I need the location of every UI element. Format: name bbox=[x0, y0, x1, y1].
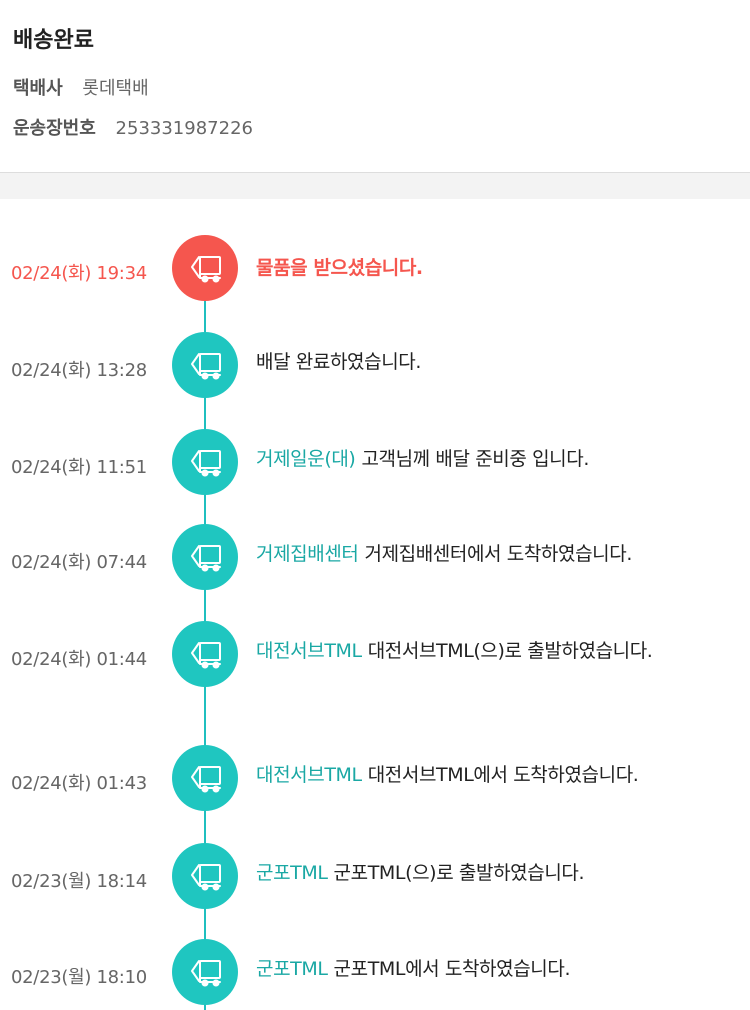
event-location: 거제집배센터 bbox=[256, 543, 359, 565]
carrier-value: 롯데택배 bbox=[82, 78, 149, 99]
event-marker bbox=[172, 235, 238, 301]
event-marker bbox=[172, 429, 238, 495]
delivery-truck-icon bbox=[185, 348, 225, 382]
event-description: 군포TML 군포TML에서 도착하였습니다. bbox=[256, 954, 730, 984]
event-time: 02/23(월) 18:14 bbox=[11, 871, 147, 892]
event-location: 대전서브TML bbox=[256, 640, 362, 662]
event-message: 대전서브TML(으)로 출발하였습니다. bbox=[367, 640, 653, 662]
event-description: 배달 완료하였습니다. bbox=[256, 347, 730, 377]
tracking-timeline: 02/24(화) 19:34 물품을 받으셨습니다. 02/24(화) 13:2… bbox=[0, 199, 750, 1010]
event-marker bbox=[172, 939, 238, 1005]
event-marker bbox=[172, 745, 238, 811]
event-marker bbox=[172, 332, 238, 398]
tracking-row: 운송장번호 253331987226 bbox=[13, 114, 253, 140]
event-location: 군포TML bbox=[256, 958, 328, 980]
event-time: 02/24(화) 13:28 bbox=[11, 360, 147, 381]
event-location: 군포TML bbox=[256, 862, 328, 884]
event-location: 거제일운(대) bbox=[256, 448, 356, 470]
event-time: 02/24(화) 01:43 bbox=[11, 773, 147, 794]
delivery-truck-icon bbox=[185, 540, 225, 574]
delivery-truck-icon bbox=[185, 637, 225, 671]
delivery-truck-icon bbox=[185, 859, 225, 893]
event-message: 군포TML(으)로 출발하였습니다. bbox=[333, 862, 585, 884]
delivery-truck-icon bbox=[185, 955, 225, 989]
event-message: 군포TML에서 도착하였습니다. bbox=[333, 958, 571, 980]
event-description: 거제일운(대) 고객님께 배달 준비중 입니다. bbox=[256, 444, 730, 474]
delivery-truck-icon bbox=[185, 445, 225, 479]
event-time: 02/24(화) 19:34 bbox=[11, 263, 147, 284]
tracking-label: 운송장번호 bbox=[13, 118, 96, 139]
event-description: 물품을 받으셨습니다. bbox=[256, 253, 730, 283]
delivery-status-title: 배송완료 bbox=[13, 28, 94, 53]
event-description: 대전서브TML 대전서브TML(으)로 출발하였습니다. bbox=[256, 636, 730, 666]
event-message: 거제집배센터에서 도착하였습니다. bbox=[364, 543, 632, 565]
event-marker bbox=[172, 843, 238, 909]
carrier-label: 택배사 bbox=[13, 78, 63, 99]
tracking-number: 253331987226 bbox=[115, 118, 253, 139]
event-description: 거제집배센터 거제집배센터에서 도착하였습니다. bbox=[256, 539, 730, 569]
event-time: 02/24(화) 11:51 bbox=[11, 457, 147, 478]
event-message: 물품을 받으셨습니다. bbox=[256, 257, 423, 279]
event-message: 고객님께 배달 준비중 입니다. bbox=[361, 448, 589, 470]
event-time: 02/24(화) 01:44 bbox=[11, 649, 147, 670]
event-description: 대전서브TML 대전서브TML에서 도착하였습니다. bbox=[256, 760, 730, 790]
event-marker bbox=[172, 524, 238, 590]
event-time: 02/23(월) 18:10 bbox=[11, 967, 147, 988]
carrier-row: 택배사 롯데택배 bbox=[13, 74, 149, 100]
event-location: 대전서브TML bbox=[256, 764, 362, 786]
event-time: 02/24(화) 07:44 bbox=[11, 552, 147, 573]
delivery-truck-icon bbox=[185, 251, 225, 285]
event-description: 군포TML 군포TML(으)로 출발하였습니다. bbox=[256, 858, 730, 888]
delivery-header: 배송완료 택배사 롯데택배 운송장번호 253331987226 bbox=[0, 0, 750, 173]
delivery-truck-icon bbox=[185, 761, 225, 795]
event-marker bbox=[172, 621, 238, 687]
section-divider bbox=[0, 173, 750, 199]
event-message: 배달 완료하였습니다. bbox=[256, 351, 421, 373]
event-message: 대전서브TML에서 도착하였습니다. bbox=[367, 764, 639, 786]
